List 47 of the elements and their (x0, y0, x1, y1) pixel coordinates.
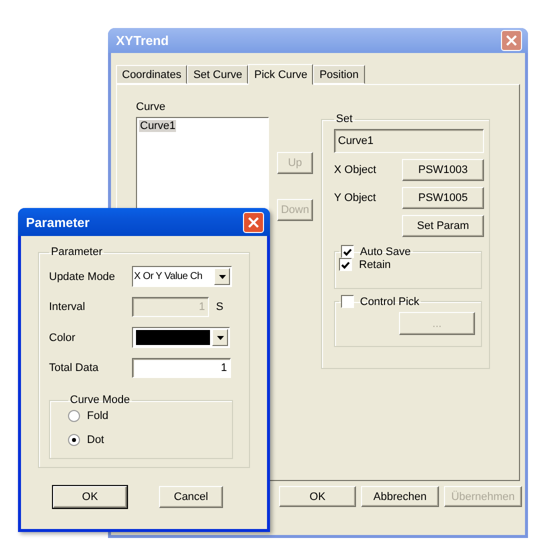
select-value: X Or Y Value Ch (134, 271, 204, 282)
object-button[interactable]: PSW1005 (402, 187, 484, 209)
close-button[interactable] (501, 30, 522, 51)
window-title: XYTrend (116, 33, 169, 48)
checkbox-label: Auto Save (360, 246, 411, 258)
field-label: Update Mode (49, 270, 116, 282)
checkbox[interactable] (339, 258, 352, 271)
checkbox[interactable] (341, 245, 354, 258)
dialog-button[interactable]: OK (53, 486, 127, 508)
tab[interactable]: Position (313, 65, 365, 84)
group-title: Curve Mode (70, 394, 130, 406)
radio-label: Dot (87, 434, 104, 446)
dialog-button[interactable]: OK (279, 486, 356, 507)
checkbox-label: Control Pick (360, 296, 420, 308)
close-icon (248, 216, 259, 228)
tab[interactable]: Pick Curve (248, 64, 314, 85)
radio-label: Fold (87, 410, 108, 422)
dropdown-button[interactable] (212, 329, 228, 346)
dropdown-button[interactable] (214, 268, 230, 285)
radio-button[interactable] (68, 434, 80, 446)
radio-button[interactable] (68, 410, 80, 422)
object-label: X Object (334, 164, 376, 176)
tab[interactable]: Set Curve (187, 65, 248, 84)
close-icon (506, 35, 517, 46)
object-label: Y Object (334, 192, 376, 204)
color-select[interactable] (132, 327, 230, 348)
field-label: Color (49, 332, 76, 344)
close-button[interactable] (243, 212, 264, 232)
curve-label: Curve (136, 101, 166, 113)
caret-icon (218, 274, 226, 278)
checkbox-label: Retain (359, 258, 391, 270)
field-label: Total Data (49, 362, 100, 374)
dialog-button[interactable]: Abbrechen (361, 486, 439, 507)
field-label: Interval (49, 301, 86, 313)
total-data-field[interactable]: 1 (132, 358, 231, 378)
update-mode-select[interactable]: X Or Y Value Ch (132, 266, 232, 287)
list-item[interactable]: Curve1 (139, 120, 176, 132)
caret-icon (216, 336, 224, 340)
window-title: Parameter (26, 214, 90, 230)
checkbox[interactable] (341, 295, 354, 308)
set-param-button[interactable]: Set Param (402, 215, 484, 237)
object-button[interactable]: PSW1003 (402, 159, 484, 181)
unit-label: S (216, 301, 224, 313)
group-title: Set (336, 113, 353, 125)
tab[interactable]: Coordinates (116, 65, 188, 84)
dialog-button[interactable]: Cancel (159, 486, 223, 508)
group-title: Parameter (51, 246, 102, 258)
